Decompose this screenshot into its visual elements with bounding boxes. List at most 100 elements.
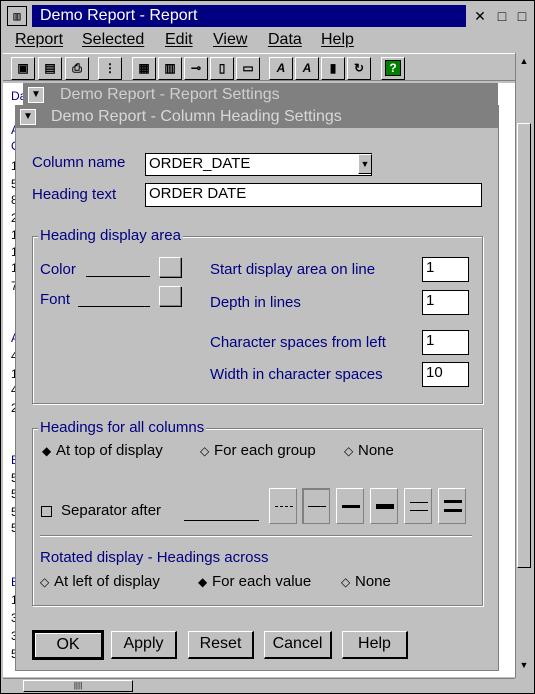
chevron-down-icon[interactable]: ▼ <box>358 154 372 174</box>
menu-edit[interactable]: Edit <box>165 30 193 50</box>
heading-text-input[interactable]: ORDER DATE <box>145 183 482 207</box>
dotted-line-icon <box>275 506 293 507</box>
apply-button[interactable]: Apply <box>111 631 177 659</box>
radio-label: At left of display <box>54 573 160 590</box>
radio-label: None <box>358 442 394 459</box>
font-a-icon[interactable]: A <box>269 57 293 80</box>
double-thick-line-icon <box>444 509 462 512</box>
font-value <box>78 306 150 307</box>
separator-double-thin-button[interactable] <box>404 488 432 524</box>
double-thick-line-icon <box>444 500 462 503</box>
start-line-input[interactable]: 1 <box>422 257 469 282</box>
heading-display-area-title: Heading display area <box>38 227 183 244</box>
dialog-title-bar[interactable]: ▼ Demo Report - Column Heading Settings <box>16 106 498 128</box>
window-menu-icon[interactable]: ▼ <box>20 109 36 125</box>
radio-empty-icon: ◇ <box>200 444 210 458</box>
double-thin-line-icon <box>410 502 428 503</box>
refresh-icon[interactable]: ↻ <box>347 57 371 80</box>
depth-label: Depth in lines <box>210 294 301 311</box>
separator-value <box>184 520 259 521</box>
toolbar: ▣ ▤ ⎙ ⋮ ▦ ▥ ⊸ ▯ ▭ A A ▮ ↻ ? <box>3 53 515 81</box>
radio-label: At top of display <box>56 442 163 459</box>
page-icon[interactable]: ▮ <box>321 57 345 80</box>
separator-thin-button[interactable] <box>302 488 330 524</box>
radio-empty-icon: ◇ <box>341 575 351 589</box>
separator-dotted-button[interactable] <box>269 488 297 524</box>
dialog-title: Demo Report - Column Heading Settings <box>51 108 342 125</box>
column-name-label: Column name <box>32 154 126 171</box>
char-spaces-left-input[interactable]: 1 <box>422 330 469 355</box>
radio-for-each-value[interactable]: ◆ For each value <box>198 573 311 590</box>
color-picker-button[interactable] <box>159 257 181 277</box>
scroll-thumb[interactable] <box>517 123 531 568</box>
thin-line-icon <box>308 506 326 507</box>
double-thin-line-icon <box>410 510 428 511</box>
width-label: Width in character spaces <box>210 366 383 383</box>
radio-none[interactable]: ◇ None <box>344 442 394 459</box>
report-icon[interactable]: ▯ <box>210 57 234 80</box>
maximize-icon[interactable]: □ <box>513 7 531 25</box>
layout-icon[interactable]: ▭ <box>236 57 260 80</box>
cancel-button[interactable]: Cancel <box>264 631 332 659</box>
help-icon[interactable]: ? <box>381 57 405 80</box>
horizontal-scrollbar[interactable]: |||| <box>3 678 515 692</box>
menu-selected[interactable]: Selected <box>82 30 144 50</box>
report-settings-title: Demo Report - Report Settings <box>60 86 280 103</box>
system-menu-icon[interactable]: ▥ <box>7 6 27 26</box>
separator-checkbox[interactable] <box>41 506 52 517</box>
report-window: ▥ Demo Report - Report ✕ □ □ Report Sele… <box>0 0 535 694</box>
window-title: Demo Report - Report <box>32 5 466 27</box>
column-name-value: ORDER_DATE <box>149 155 251 172</box>
report-settings-title-bar[interactable]: ▼ Demo Report - Report Settings <box>24 84 497 106</box>
help-button[interactable]: Help <box>342 631 408 659</box>
menu-data[interactable]: Data <box>268 30 302 50</box>
char-spaces-left-label: Character spaces from left <box>210 334 386 351</box>
font-picker-button[interactable] <box>159 286 181 306</box>
menu-bar: Report Selected Edit View Data Help <box>3 29 532 51</box>
width-input[interactable]: 10 <box>422 362 469 387</box>
ok-button[interactable]: OK <box>32 630 104 660</box>
separator-label: Separator after <box>61 502 162 519</box>
minimize-icon[interactable]: □ <box>493 7 511 25</box>
key-icon[interactable]: ⊸ <box>184 57 208 80</box>
reset-button[interactable]: Reset <box>188 631 254 659</box>
radio-label: For each value <box>212 573 312 590</box>
table-icon[interactable]: ▦ <box>132 57 156 80</box>
form-icon[interactable]: ▥ <box>158 57 182 80</box>
separator-double-thick-button[interactable] <box>438 488 466 524</box>
font-label: Font <box>40 291 71 308</box>
rotated-display-title: Rotated display - Headings across <box>40 549 269 566</box>
color-value <box>86 276 150 277</box>
headings-all-columns-title: Headings for all columns <box>38 419 207 436</box>
divider <box>40 535 472 537</box>
radio-at-left-of-display[interactable]: ◇ At left of display <box>40 573 160 590</box>
menu-help[interactable]: Help <box>321 30 354 50</box>
vertical-scrollbar[interactable]: ▲ ▼ <box>515 53 532 678</box>
radio-at-top-of-display[interactable]: ◆ At top of display <box>42 442 163 459</box>
medium-line-icon <box>342 505 360 508</box>
column-heading-settings-dialog: ▼ Demo Report - Column Heading Settings … <box>15 105 499 671</box>
radio-label: None <box>355 573 391 590</box>
radio-rotated-none[interactable]: ◇ None <box>341 573 391 590</box>
font-a-italic-icon[interactable]: A <box>295 57 319 80</box>
menu-report[interactable]: Report <box>15 30 63 50</box>
save-icon[interactable]: ▣ <box>11 57 35 80</box>
column-name-combo[interactable]: ORDER_DATE ▼ <box>145 153 372 176</box>
open-icon[interactable]: ▤ <box>38 57 62 80</box>
close-icon[interactable]: ✕ <box>471 7 489 25</box>
help-icon-glyph: ? <box>385 60 401 76</box>
depth-input[interactable]: 1 <box>422 290 469 315</box>
separator-medium-button[interactable] <box>336 488 364 524</box>
separator-thick-button[interactable] <box>370 488 398 524</box>
start-line-label: Start display area on line <box>210 261 376 278</box>
hscroll-thumb[interactable]: |||| <box>23 680 133 692</box>
radio-empty-icon: ◇ <box>344 444 354 458</box>
menu-view[interactable]: View <box>213 30 247 50</box>
window-menu-icon[interactable]: ▼ <box>28 87 44 103</box>
scroll-up-icon[interactable]: ▲ <box>516 53 532 69</box>
print-icon[interactable]: ⎙ <box>65 57 89 80</box>
settings-icon[interactable]: ⋮ <box>98 57 122 80</box>
radio-for-each-group[interactable]: ◇ For each group <box>200 442 316 459</box>
thick-line-icon <box>376 504 394 509</box>
scroll-down-icon[interactable]: ▼ <box>516 657 532 673</box>
